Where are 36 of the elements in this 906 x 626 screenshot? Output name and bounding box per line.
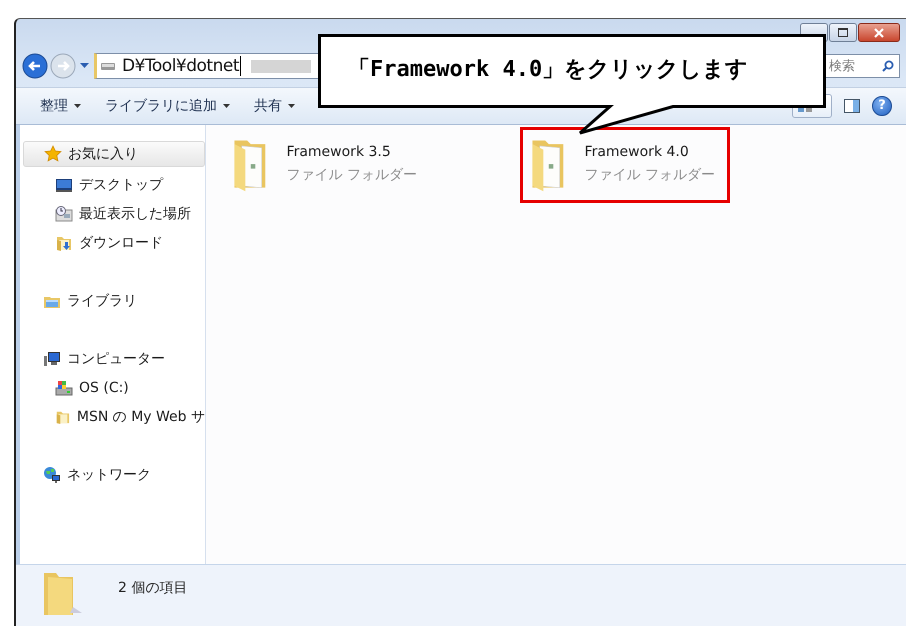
- nav-item[interactable]: ライブラリ: [23, 286, 205, 315]
- nav-item[interactable]: お気に入り: [23, 141, 205, 167]
- nav-item[interactable]: コンピューター: [23, 344, 205, 373]
- toolbar-button[interactable]: 共有: [246, 93, 303, 119]
- preview-pane-icon[interactable]: [844, 99, 860, 113]
- selection-highlight: [251, 60, 311, 72]
- file-name: Framework 3.5: [286, 144, 392, 160]
- nav-item[interactable]: 最近表示した場所: [23, 199, 205, 228]
- toolbar-button[interactable]: 整理: [32, 93, 89, 119]
- file-type: ファイル フォルダー: [286, 166, 417, 184]
- back-button[interactable]: [22, 53, 48, 79]
- callout-text: 「Framework 4.0」をクリックします: [348, 56, 748, 84]
- close-button[interactable]: [858, 23, 900, 42]
- nav-item[interactable]: ネットワーク: [23, 460, 205, 489]
- nav-item[interactable]: ダウンロード: [23, 228, 205, 257]
- recent-places-icon: [55, 204, 73, 222]
- folder-item[interactable]: Framework 4.0 ファイル フォルダー: [520, 127, 730, 203]
- maximize-button[interactable]: [829, 23, 857, 42]
- close-icon: [874, 28, 884, 38]
- nav-item[interactable]: デスクトップ: [23, 170, 205, 199]
- computer-icon: [43, 350, 61, 368]
- maximize-icon: [838, 28, 848, 37]
- item-count: 2 個の項目: [118, 579, 188, 597]
- drive-icon: [100, 60, 116, 72]
- toolbar-button[interactable]: ライブラリに追加: [97, 93, 238, 119]
- nav-item[interactable]: OS (C:): [23, 373, 205, 402]
- caret-icon[interactable]: [80, 63, 89, 69]
- file-name: Framework 4.0: [584, 144, 690, 160]
- nav-item[interactable]: MSN の My Web サ: [23, 402, 205, 431]
- search-icon[interactable]: [882, 60, 894, 72]
- drive-icon: [55, 378, 73, 396]
- folder-item[interactable]: Framework 3.5 ファイル フォルダー: [222, 127, 432, 203]
- network-icon: [43, 466, 61, 484]
- star-icon: [44, 145, 62, 163]
- file-type: ファイル フォルダー: [584, 166, 715, 184]
- address-path: D¥Tool¥dotnet: [122, 56, 241, 76]
